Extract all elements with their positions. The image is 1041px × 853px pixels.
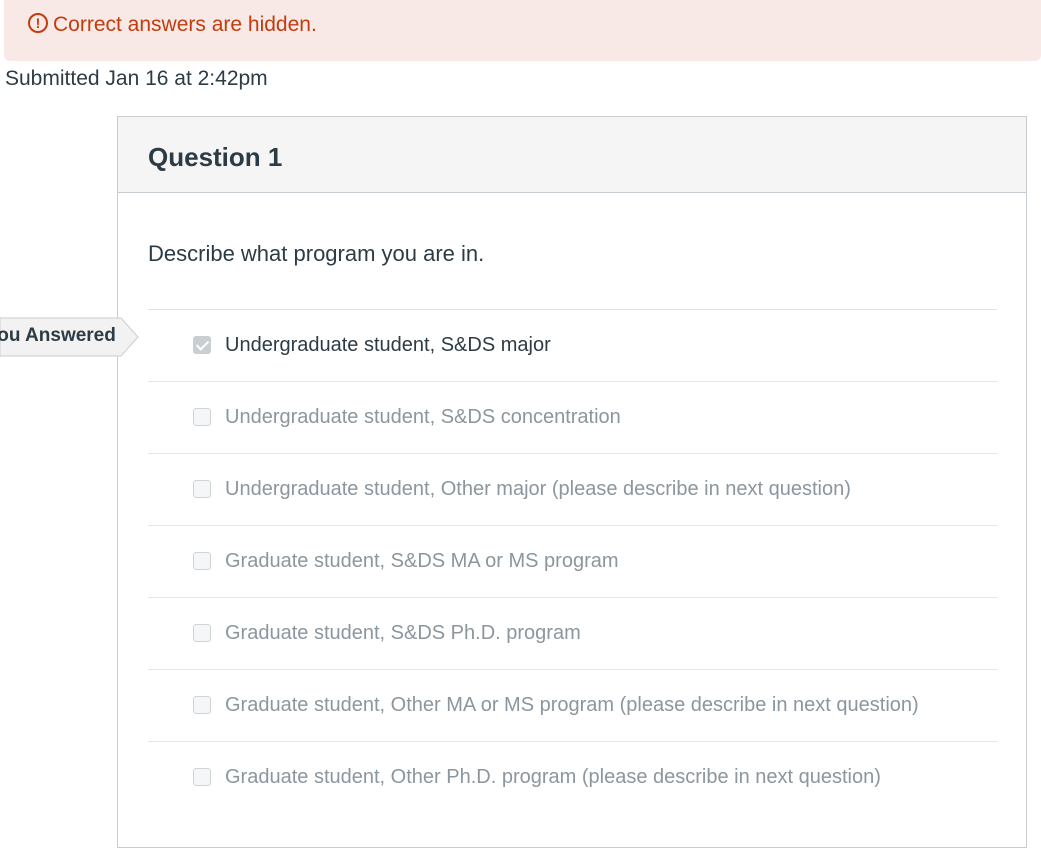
answer-checkbox (193, 408, 211, 426)
answer-option: Undergraduate student, S&DS concentratio… (148, 381, 997, 453)
question-card: Question 1 Describe what program you are… (117, 116, 1027, 848)
answer-checkbox (193, 480, 211, 498)
question-prompt: Describe what program you are in. (148, 241, 485, 266)
answer-label: Graduate student, S&DS Ph.D. program (225, 622, 581, 644)
correct-answers-hidden-alert: ! Correct answers are hidden. (4, 0, 1041, 61)
answer-label: Undergraduate student, Other major (plea… (225, 478, 851, 500)
you-answered-tag: You Answered (0, 317, 139, 357)
warning-circle-icon: ! (28, 13, 48, 33)
answer-option: Undergraduate student, Other major (plea… (148, 453, 997, 525)
answer-checkbox-checked (193, 336, 211, 354)
answer-checkbox (193, 552, 211, 570)
answer-checkbox (193, 696, 211, 714)
quiz-results-page: ! Correct answers are hidden. Submitted … (0, 0, 1041, 853)
answer-option: Undergraduate student, S&DS major (148, 309, 997, 381)
answer-checkbox (193, 768, 211, 786)
question-title: Question 1 (148, 142, 283, 172)
answer-option: Graduate student, S&DS Ph.D. program (148, 597, 997, 669)
alert-message: Correct answers are hidden. (53, 13, 317, 36)
answer-option: Graduate student, Other Ph.D. program (p… (148, 741, 997, 813)
answer-option: Graduate student, S&DS MA or MS program (148, 525, 997, 597)
answer-label: Undergraduate student, S&DS concentratio… (225, 406, 621, 428)
answer-label: Graduate student, Other Ph.D. program (p… (225, 766, 881, 788)
answer-list: Undergraduate student, S&DS major Underg… (148, 309, 997, 813)
submission-timestamp: Submitted Jan 16 at 2:42pm (5, 67, 268, 90)
question-header: Question 1 (118, 117, 1026, 193)
answer-label: Graduate student, S&DS MA or MS program (225, 550, 619, 572)
answer-option: Graduate student, Other MA or MS program… (148, 669, 997, 741)
answer-checkbox (193, 624, 211, 642)
answer-label: Graduate student, Other MA or MS program… (225, 694, 919, 716)
answer-label: Undergraduate student, S&DS major (225, 334, 551, 356)
you-answered-label: You Answered (0, 325, 116, 346)
